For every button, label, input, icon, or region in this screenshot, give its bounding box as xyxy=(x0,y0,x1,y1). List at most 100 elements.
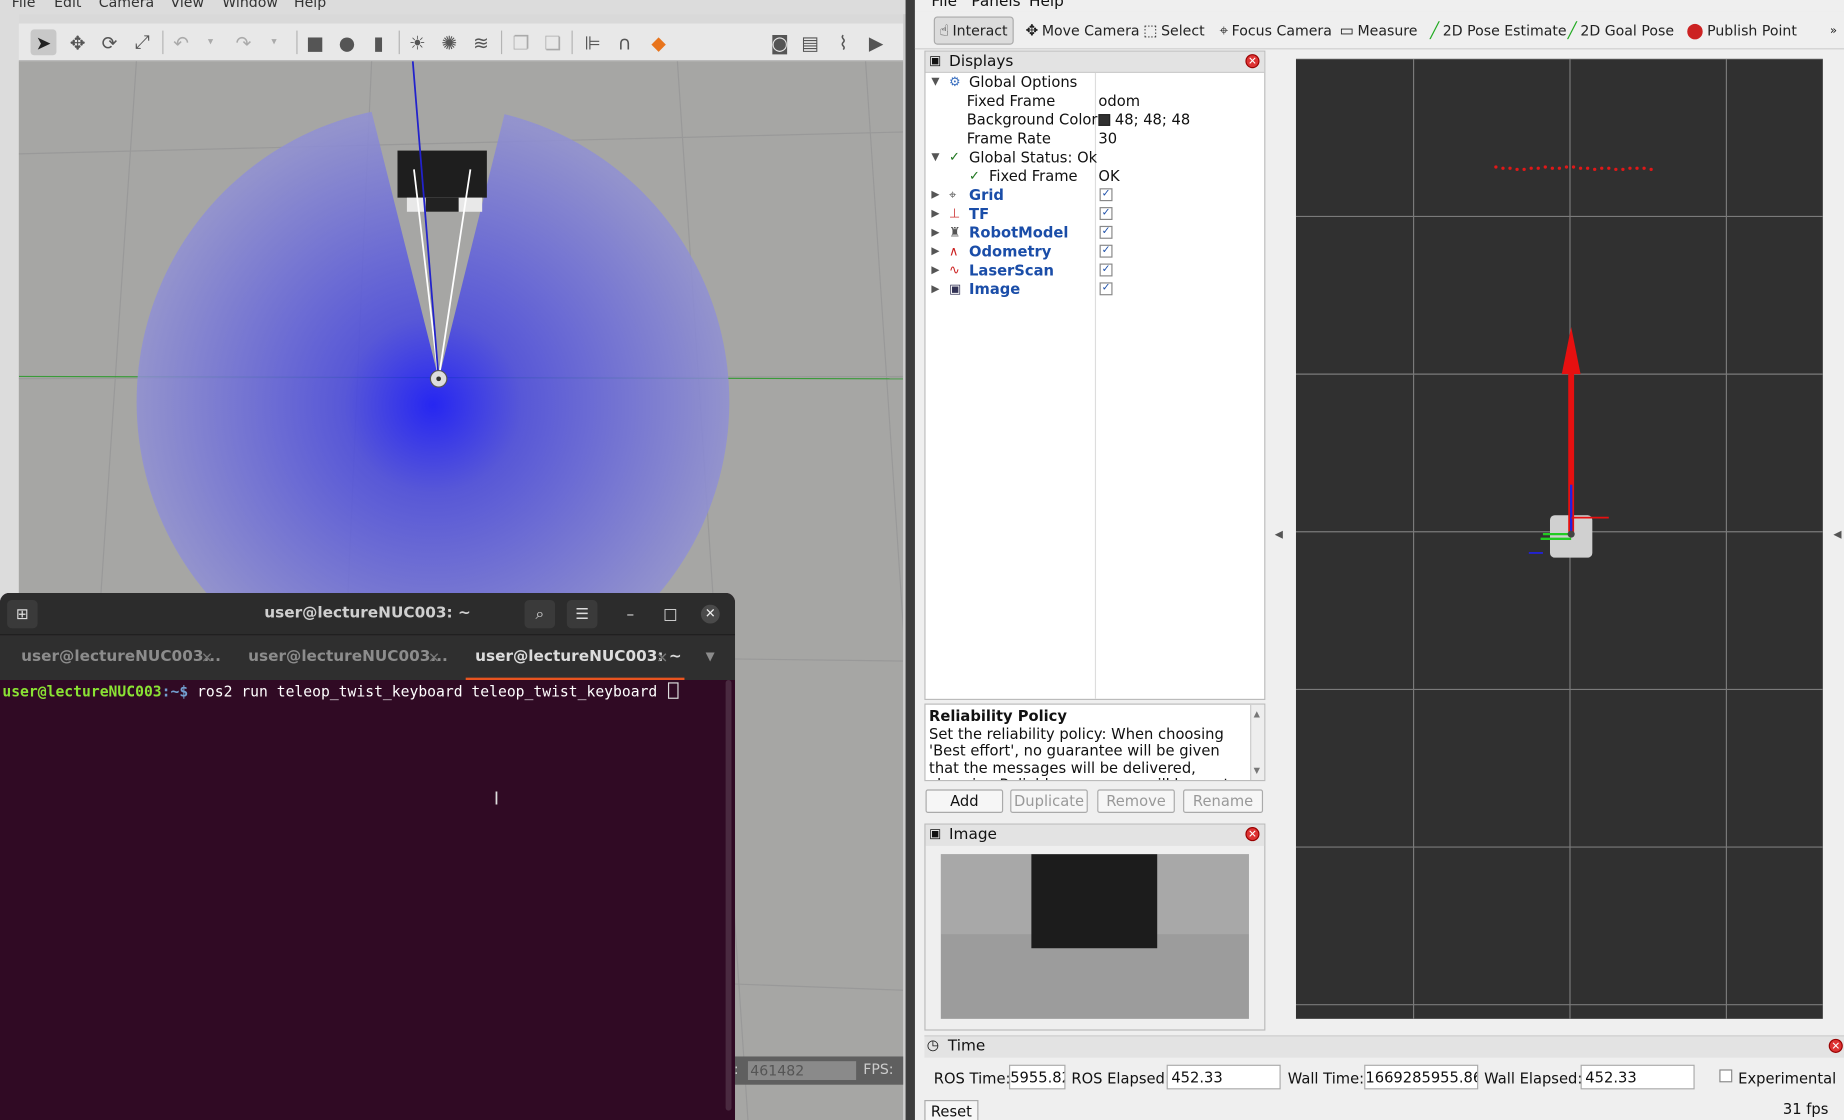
expand-arrow-icon[interactable]: ▶ xyxy=(931,280,939,299)
undo-dropdown-icon[interactable]: ▾ xyxy=(198,29,224,55)
description-scrollbar[interactable]: ▲ ▼ xyxy=(1250,704,1265,780)
rv-menu-file[interactable]: File xyxy=(931,0,957,11)
screenshot-icon[interactable]: ◙ xyxy=(767,29,793,55)
terminal-tab-2[interactable]: user@lectureNUC003... ✕ xyxy=(248,635,448,680)
sphere-icon[interactable]: ● xyxy=(334,29,360,55)
enable-checkbox[interactable]: ✓ xyxy=(1099,225,1113,239)
display-grid-row[interactable]: ▶ ⌖ Grid ✓ xyxy=(926,186,1265,205)
rv-menu-help[interactable]: Help xyxy=(1029,0,1064,11)
publish-point-tool[interactable]: ⬤ Publish Point xyxy=(1682,16,1802,44)
expand-arrow-icon[interactable]: ▶ xyxy=(931,186,939,205)
redo-icon[interactable]: ↷ xyxy=(230,29,256,55)
directional-light-icon[interactable]: ≋ xyxy=(468,29,494,55)
2d-pose-estimate-tool[interactable]: ╱ 2D Pose Estimate xyxy=(1425,16,1571,44)
minimize-icon[interactable]: – xyxy=(615,600,646,628)
maximize-icon[interactable]: □ xyxy=(655,600,686,628)
gz-menu-edit[interactable]: Edit xyxy=(54,0,81,11)
gz-menu-view[interactable]: View xyxy=(171,0,204,11)
translate-icon[interactable]: ✥ xyxy=(65,29,91,55)
select-tool[interactable]: ⬚ Select xyxy=(1138,16,1209,44)
rv-menu-panels[interactable]: Panels xyxy=(971,0,1020,11)
plot-icon[interactable]: ⌇ xyxy=(830,29,856,55)
terminal-tab-3[interactable]: user@lectureNUC003: ~ ✕ xyxy=(465,635,685,680)
expand-arrow-icon[interactable]: ▶ xyxy=(931,205,939,224)
display-robotmodel-row[interactable]: ▶ ♜ RobotModel ✓ xyxy=(926,224,1265,243)
enable-checkbox[interactable]: ✓ xyxy=(1099,207,1113,220)
global-status-row[interactable]: ▼ ✓ Global Status: Ok xyxy=(926,148,1265,167)
background-color-row[interactable]: Background Color 48; 48; 48 xyxy=(926,111,1265,130)
display-image-row[interactable]: ▶ ▣ Image ✓ xyxy=(926,280,1265,299)
expand-arrow-icon[interactable]: ▶ xyxy=(931,224,939,243)
status-fixed-frame-row[interactable]: ✓ Fixed Frame OK xyxy=(926,167,1265,186)
rviz-3d-viewport[interactable] xyxy=(1295,58,1823,1019)
enable-checkbox[interactable]: ✓ xyxy=(1099,188,1113,202)
fixed-frame-row[interactable]: Fixed Frame odom xyxy=(926,92,1265,111)
display-laserscan-row[interactable]: ▶ ∿ LaserScan ✓ xyxy=(926,261,1265,280)
scale-icon[interactable]: ⤢ xyxy=(129,29,155,55)
move-camera-tool[interactable]: ✥ Move Camera xyxy=(1021,16,1144,44)
expand-arrow-icon[interactable]: ▶ xyxy=(931,261,939,280)
duplicate-button[interactable]: Duplicate xyxy=(1010,789,1088,813)
rotate-icon[interactable]: ⟳ xyxy=(96,29,122,55)
panel-close-icon[interactable]: ✕ xyxy=(1245,54,1260,69)
tab-close-icon[interactable]: ✕ xyxy=(201,635,213,680)
wall-time-field[interactable]: 1669285955.86 xyxy=(1364,1064,1479,1090)
panel-close-icon[interactable]: ✕ xyxy=(1828,1038,1843,1053)
close-icon[interactable]: ✕ xyxy=(700,604,720,624)
wall-elapsed-field[interactable]: 452.33 xyxy=(1580,1064,1695,1090)
video-record-icon[interactable]: ▶ xyxy=(863,29,889,55)
ros-elapsed-field[interactable]: 452.33 xyxy=(1166,1064,1281,1090)
ros-time-field[interactable]: 5955.82 xyxy=(1009,1064,1066,1090)
fixed-frame-value[interactable]: odom xyxy=(1098,92,1140,111)
paste-icon[interactable]: ❏ xyxy=(540,29,566,55)
frame-rate-row[interactable]: Frame Rate 30 xyxy=(926,129,1265,148)
collapse-arrow-icon[interactable]: ▼ xyxy=(931,73,939,92)
enable-checkbox[interactable]: ✓ xyxy=(1099,263,1113,277)
experimental-checkbox[interactable] xyxy=(1719,1069,1733,1083)
panel-close-icon[interactable]: ✕ xyxy=(1245,827,1260,842)
terminal-search-icon[interactable]: ⌕ xyxy=(524,599,556,629)
expand-arrow-icon[interactable]: ▶ xyxy=(931,242,939,261)
measure-tool[interactable]: ▭ Measure xyxy=(1335,16,1422,44)
select-arrow-icon[interactable]: ➤ xyxy=(30,29,57,56)
box-icon[interactable]: ■ xyxy=(302,29,328,55)
color-swatch[interactable] xyxy=(1098,114,1111,126)
spot-light-icon[interactable]: ✺ xyxy=(436,29,462,55)
collapse-left-icon[interactable]: ◀ xyxy=(1275,529,1283,541)
enable-checkbox[interactable]: ✓ xyxy=(1099,282,1113,296)
log-icon[interactable]: ▤ xyxy=(797,29,823,55)
gz-menu-help[interactable]: Help xyxy=(294,0,326,11)
global-options-row[interactable]: ▼ ⚙ Global Options xyxy=(926,73,1265,92)
gz-menu-window[interactable]: Window xyxy=(222,0,278,11)
terminal-menu-icon[interactable]: ☰ xyxy=(566,599,598,629)
display-odometry-row[interactable]: ▶ ∧ Odometry ✓ xyxy=(926,242,1265,261)
gz-menu-file[interactable]: File xyxy=(12,0,36,11)
terminal-tab-1[interactable]: user@lectureNUC003... ✕ xyxy=(21,635,221,680)
add-button[interactable]: Add xyxy=(925,789,1004,813)
enable-checkbox[interactable]: ✓ xyxy=(1099,244,1113,258)
remove-button[interactable]: Remove xyxy=(1097,789,1175,813)
terminal-body[interactable]: user@lectureNUC003:~$ ros2 run teleop_tw… xyxy=(0,679,736,1120)
interact-tool[interactable]: ☝ Interact xyxy=(933,16,1014,45)
toolbar-overflow-icon[interactable]: » xyxy=(1825,16,1842,44)
gz-menu-camera[interactable]: Camera xyxy=(99,0,154,11)
tab-close-icon[interactable]: ✕ xyxy=(428,635,440,680)
focus-camera-tool[interactable]: ⌖ Focus Camera xyxy=(1215,16,1337,44)
redo-dropdown-icon[interactable]: ▾ xyxy=(261,29,287,55)
display-tf-row[interactable]: ▶ ⊥ TF ✓ xyxy=(926,205,1265,224)
background-color-value[interactable]: 48; 48; 48 xyxy=(1115,111,1190,129)
collapse-right-icon[interactable]: ◀ xyxy=(1833,529,1841,541)
point-light-icon[interactable]: ☀ xyxy=(405,29,431,55)
tab-close-icon[interactable]: ✕ xyxy=(656,635,668,680)
frame-rate-value[interactable]: 30 xyxy=(1098,129,1117,148)
change-view-icon[interactable]: ◆ xyxy=(646,29,672,55)
2d-goal-pose-tool[interactable]: ╱ 2D Goal Pose xyxy=(1563,16,1679,44)
collapse-arrow-icon[interactable]: ▼ xyxy=(931,148,939,167)
cylinder-icon[interactable]: ▮ xyxy=(366,29,392,55)
reset-button[interactable]: Reset xyxy=(924,1099,979,1120)
rename-button[interactable]: Rename xyxy=(1183,789,1264,813)
align-icon[interactable]: ⊫ xyxy=(580,29,606,55)
snap-icon[interactable]: ∩ xyxy=(612,29,638,55)
tab-dropdown-icon[interactable]: ▼ xyxy=(706,635,715,680)
undo-icon[interactable]: ↶ xyxy=(168,29,194,55)
